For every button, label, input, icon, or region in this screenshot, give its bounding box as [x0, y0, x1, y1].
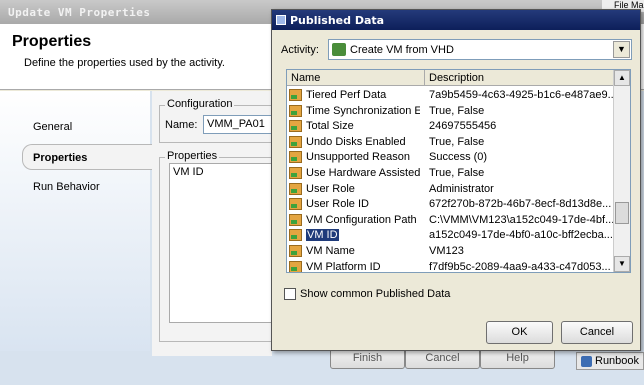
scroll-down-icon[interactable]: ▼	[614, 256, 630, 272]
table-row[interactable]: Use Hardware Assisted ... True, False	[287, 165, 615, 181]
table-row[interactable]: Unsupported Reason Success (0)	[287, 149, 615, 165]
row-name: VM Name	[306, 244, 355, 257]
table-row[interactable]: User Role ID 672f270b-872b-46b7-8ecf-8d13…	[287, 196, 615, 212]
vertical-scrollbar[interactable]: ▲ ▼	[613, 70, 630, 272]
table-row[interactable]: Undo Disks Enabled True, False	[287, 134, 615, 150]
row-name: Time Synchronization E...	[306, 104, 420, 117]
table-body: Tiered Perf Data 7a9b5459-4c63-4925-b1c6-…	[287, 87, 615, 273]
table-header: Name Description	[287, 70, 615, 86]
nav-item-general[interactable]: General	[33, 121, 72, 133]
row-description: f7df9b5c-2089-4aa9-a433-c47d053...	[429, 260, 611, 273]
activity-dropdown[interactable]: Create VM from VHD ▼	[328, 39, 632, 60]
row-description: VM123	[429, 244, 464, 257]
row-description: True, False	[429, 104, 485, 117]
published-data-icon	[289, 244, 302, 257]
configuration-group: Configuration Name: VMM_PA01	[159, 98, 278, 143]
table-row[interactable]: Time Synchronization E... True, False	[287, 103, 615, 119]
table-row[interactable]: VM Configuration Path C:\VMM\VM123\a152c0…	[287, 212, 615, 228]
nav-item-properties-tab[interactable]: Properties	[22, 144, 152, 170]
table-row[interactable]: User Role Administrator	[287, 181, 615, 197]
page-title: Properties	[12, 33, 92, 50]
ok-button[interactable]: OK	[486, 321, 553, 344]
row-name: User Role ID	[306, 198, 369, 211]
row-description: Success (0)	[429, 151, 488, 164]
row-name: VM Platform ID	[306, 260, 381, 273]
show-common-label: Show common Published Data	[300, 288, 451, 300]
row-name: VM ID	[306, 229, 339, 242]
table-row[interactable]: Tiered Perf Data 7a9b5459-4c63-4925-b1c6-…	[287, 87, 615, 103]
row-name: Undo Disks Enabled	[306, 135, 406, 148]
show-common-checkbox[interactable]	[284, 288, 296, 300]
activity-icon	[332, 43, 346, 56]
chevron-down-icon[interactable]: ▼	[613, 41, 630, 58]
published-data-icon	[289, 198, 302, 211]
published-data-icon	[289, 151, 302, 164]
name-input[interactable]: VMM_PA01	[203, 115, 278, 134]
scroll-thumb[interactable]	[615, 202, 629, 224]
properties-group-title: Properties	[165, 150, 220, 162]
row-description: 24697555456	[429, 120, 497, 133]
published-data-table: Name Description Tiered Perf Data 7a9b545…	[286, 69, 631, 273]
list-item[interactable]: VM ID	[170, 164, 273, 180]
dialog-title-bar[interactable]: Published Data	[272, 10, 640, 30]
name-label: Name:	[165, 119, 198, 131]
row-name: Use Hardware Assisted ...	[306, 166, 420, 179]
table-row[interactable]: Total Size 24697555456	[287, 118, 615, 134]
column-header-name[interactable]: Name	[287, 70, 425, 86]
table-row[interactable]: VM ID a152c049-17de-4bf0-a10c-bff2ecba...	[287, 227, 615, 243]
activity-value: Create VM from VHD	[350, 44, 454, 56]
properties-group: Properties VM ID	[159, 150, 274, 342]
published-data-icon	[289, 89, 302, 101]
published-data-icon	[289, 104, 302, 117]
published-data-icon	[289, 229, 302, 242]
published-data-icon	[289, 182, 302, 195]
published-data-icon	[289, 213, 302, 226]
row-description: 7a9b5459-4c63-4925-b1c6-e487ae9...	[429, 89, 613, 101]
row-name: Unsupported Reason	[306, 151, 410, 164]
wizard-main-panel: Configuration Name: VMM_PA01 Properties …	[152, 91, 278, 356]
table-row[interactable]: VM Platform ID f7df9b5c-2089-4aa9-a433-c4…	[287, 259, 615, 273]
published-data-icon	[289, 120, 302, 133]
scroll-up-icon[interactable]: ▲	[614, 70, 630, 86]
cancel-button[interactable]: Cancel	[561, 321, 633, 344]
column-header-description[interactable]: Description	[425, 70, 615, 86]
window-icon	[276, 15, 286, 25]
configuration-group-title: Configuration	[165, 98, 235, 110]
runbook-icon	[581, 356, 592, 367]
row-name: User Role	[306, 182, 355, 195]
row-description: a152c049-17de-4bf0-a10c-bff2ecba...	[429, 229, 613, 242]
wizard-nav: General Properties Run Behavior	[0, 91, 152, 351]
row-description: True, False	[429, 166, 485, 179]
row-description: C:\VMM\VM123\a152c049-17de-4bf...	[429, 213, 613, 226]
published-data-icon	[289, 166, 302, 179]
taskbar-runbook-label: Runbook	[595, 355, 640, 367]
row-description: True, False	[429, 135, 485, 148]
published-data-dialog: Published Data Activity: Create VM from …	[271, 9, 641, 351]
dialog-title: Published Data	[290, 14, 385, 27]
properties-list[interactable]: VM ID	[169, 163, 274, 323]
row-name: Tiered Perf Data	[306, 89, 387, 101]
table-row[interactable]: VM Name VM123	[287, 243, 615, 259]
row-description: Administrator	[429, 182, 494, 195]
taskbar-runbook[interactable]: Runbook	[576, 352, 644, 370]
row-name: VM Configuration Path	[306, 213, 417, 226]
published-data-icon	[289, 135, 302, 148]
row-name: Total Size	[306, 120, 354, 133]
nav-item-properties[interactable]: Properties	[33, 152, 87, 164]
activity-label: Activity:	[281, 44, 319, 56]
published-data-icon	[289, 260, 302, 272]
row-description: 672f270b-872b-46b7-8ecf-8d13d8e...	[429, 198, 612, 211]
page-description: Define the properties used by the activi…	[24, 57, 225, 69]
nav-item-run-behavior[interactable]: Run Behavior	[33, 181, 100, 193]
